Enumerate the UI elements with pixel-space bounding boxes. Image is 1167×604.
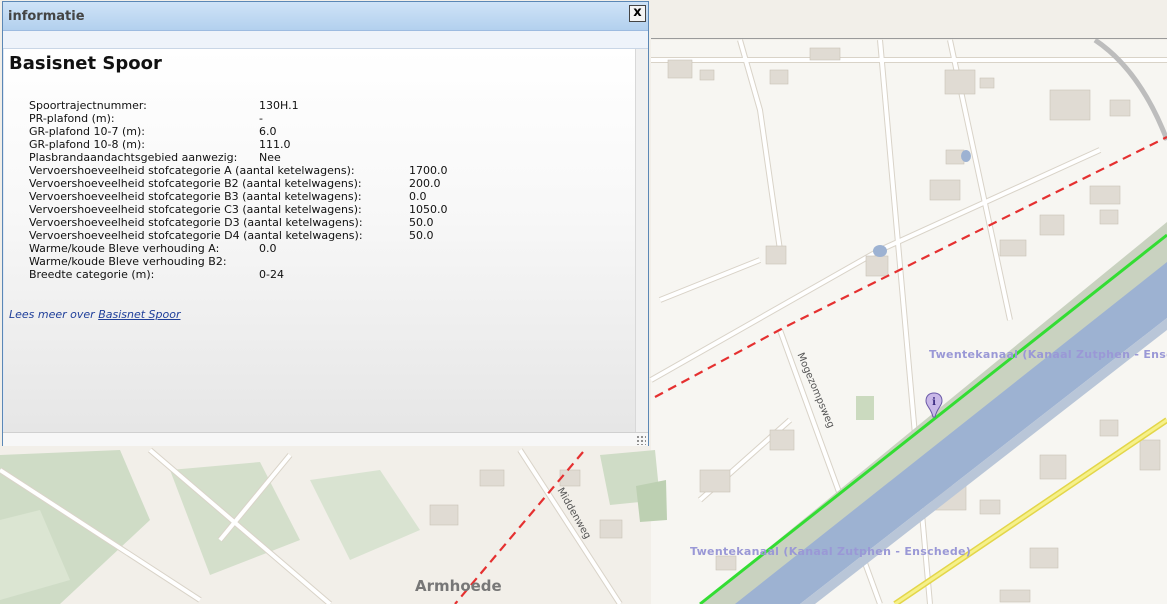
map-top-border [651, 38, 1167, 39]
attribute-label: Spoortrajectnummer: [29, 99, 147, 112]
attribute-label: Warme/koude Bleve verhouding B2: [29, 255, 227, 268]
attribute-value: 0.0 [409, 190, 427, 203]
attribute-label: Vervoershoeveelheid stofcategorie B3 (aa… [29, 190, 362, 203]
attribute-label: GR-plafond 10-8 (m): [29, 138, 145, 151]
window-toolbar-strip [3, 31, 648, 49]
attribute-label: GR-plafond 10-7 (m): [29, 125, 145, 138]
attribute-label: Vervoershoeveelheid stofcategorie A (aan… [29, 164, 355, 177]
read-more-text: Lees meer over Basisnet Spoor [9, 308, 181, 321]
attribute-value: Nee [259, 151, 281, 164]
attribute-label: Vervoershoeveelheid stofcategorie D4 (aa… [29, 229, 363, 242]
attribute-value: 111.0 [259, 138, 291, 151]
attribute-value: 0.0 [259, 242, 277, 255]
attribute-value: 6.0 [259, 125, 277, 138]
read-more-prefix: Lees meer over [9, 308, 99, 321]
attribute-value: 130H.1 [259, 99, 299, 112]
attribute-value: - [259, 112, 263, 125]
basisnet-spoor-link[interactable]: Basisnet Spoor [98, 308, 180, 321]
attribute-label: Vervoershoeveelheid stofcategorie D3 (aa… [29, 216, 363, 229]
page-title: Basisnet Spoor [9, 53, 162, 74]
attribute-label: Vervoershoeveelheid stofcategorie B2 (aa… [29, 177, 362, 190]
canal-label-2: Twentekanaal (Kanaal Zutphen - Enschede) [690, 545, 972, 558]
svg-text:i: i [932, 397, 936, 408]
place-label-armhoede: Armhoede [415, 577, 502, 595]
attribute-label: Breedte categorie (m): [29, 268, 155, 281]
resize-grip-icon[interactable] [636, 435, 646, 445]
close-icon: x [633, 5, 642, 20]
attribute-label: Vervoershoeveelheid stofcategorie C3 (aa… [29, 203, 362, 216]
info-marker-icon[interactable]: i [925, 392, 943, 418]
window-statusbar [3, 432, 648, 446]
attribute-value: 50.0 [409, 229, 434, 242]
attribute-value: 1050.0 [409, 203, 448, 216]
window-content: Basisnet Spoor Spoortrajectnummer: 130H.1… [4, 49, 635, 432]
attribute-label: Plasbrandaandachtsgebied aanwezig: [29, 151, 238, 164]
content-scrollbar[interactable] [635, 49, 648, 432]
close-button[interactable]: x [629, 5, 646, 22]
window-title: informatie [8, 9, 85, 24]
attribute-label: PR-plafond (m): [29, 112, 115, 125]
canal-label-1: Twentekanaal (Kanaal Zutphen - Enschede) [929, 348, 1167, 361]
attribute-value: 1700.0 [409, 164, 448, 177]
attribute-value: 50.0 [409, 216, 434, 229]
attribute-label: Warme/koude Bleve verhouding A: [29, 242, 220, 255]
attribute-value: 0-24 [259, 268, 284, 281]
info-window[interactable]: informatie x Basisnet Spoor Spoortraject… [2, 1, 649, 446]
attribute-value: 200.0 [409, 177, 441, 190]
window-titlebar[interactable]: informatie x [3, 2, 648, 31]
